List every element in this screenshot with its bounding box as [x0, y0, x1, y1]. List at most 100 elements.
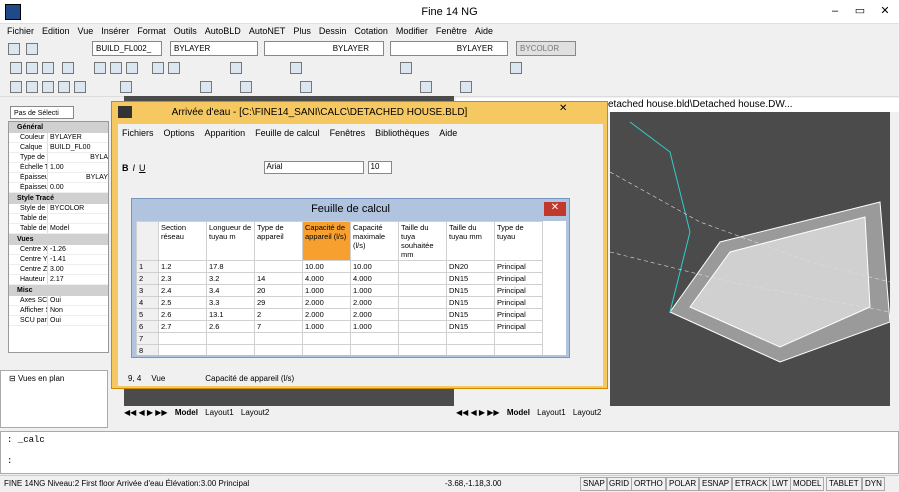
plotstyle-select[interactable]: BYCOLOR: [516, 41, 576, 56]
table-cell[interactable]: [254, 332, 303, 345]
property-row[interactable]: Type de li BYLA: [9, 153, 108, 163]
table-cell[interactable]: 2.4: [158, 284, 207, 297]
table-cell[interactable]: [158, 332, 207, 345]
property-row[interactable]: Centre Y -1.41: [9, 255, 108, 265]
hatch-icon[interactable]: [120, 81, 132, 93]
table-cell[interactable]: 29: [254, 296, 303, 309]
tab-model[interactable]: Model: [507, 408, 530, 417]
row-number[interactable]: 1: [136, 260, 159, 273]
table-cell[interactable]: DN15: [446, 272, 495, 285]
menu-item[interactable]: Insérer: [101, 24, 129, 39]
selection-select[interactable]: Pas de Sélecti: [10, 106, 74, 119]
property-row[interactable]: Couleur BYLAYER: [9, 133, 108, 143]
menu-item[interactable]: Vue: [78, 24, 94, 39]
line-icon[interactable]: [10, 81, 22, 93]
italic-button[interactable]: I: [133, 163, 136, 173]
table-cell[interactable]: 2.6: [158, 308, 207, 321]
table-cell[interactable]: 13.1: [206, 308, 255, 321]
menu-item[interactable]: Cotation: [354, 24, 388, 39]
table-cell[interactable]: 2.7: [158, 320, 207, 333]
table-cell[interactable]: [398, 296, 447, 309]
table-cell[interactable]: 1.000: [350, 320, 399, 333]
menu-item[interactable]: Format: [137, 24, 166, 39]
table-cell[interactable]: 2.000: [350, 308, 399, 321]
table-cell[interactable]: 3.2: [206, 272, 255, 285]
grid-toggle[interactable]: GRID: [606, 477, 632, 491]
table-row[interactable]: 1 1.2 17.8 10.00 10.00 DN20 Principal: [136, 260, 543, 273]
row-number[interactable]: 7: [136, 332, 159, 345]
table-cell[interactable]: [494, 344, 543, 355]
dialog-menu-item[interactable]: Options: [164, 128, 195, 138]
rotate-icon[interactable]: [300, 81, 312, 93]
command-line[interactable]: : _calc :: [0, 431, 899, 474]
dialog-close-icon[interactable]: ✕: [559, 103, 599, 119]
tablet-toggle[interactable]: TABLET: [826, 477, 862, 491]
dialog-menu-item[interactable]: Feuille de calcul: [255, 128, 320, 138]
table-cell[interactable]: 20: [254, 284, 303, 297]
table-cell[interactable]: [206, 332, 255, 345]
color-select[interactable]: BYLAYER: [170, 41, 258, 56]
dialog-menu-item[interactable]: Bibliothèques: [375, 128, 429, 138]
bold-button[interactable]: B: [122, 163, 129, 173]
properties-icon[interactable]: [400, 62, 412, 74]
table-row[interactable]: 7: [136, 332, 543, 345]
tab-layout1[interactable]: Layout1: [205, 408, 233, 417]
pan-icon[interactable]: [290, 62, 302, 74]
maximize-icon[interactable]: ▭: [851, 3, 869, 19]
table-cell[interactable]: 1.000: [350, 284, 399, 297]
row-number[interactable]: 4: [136, 296, 159, 309]
table-cell[interactable]: DN15: [446, 308, 495, 321]
column-header[interactable]: Capacité maximale (l/s): [350, 221, 399, 261]
property-row[interactable]: Table de Model: [9, 224, 108, 234]
table-cell[interactable]: 2.3: [158, 272, 207, 285]
tab-layout2[interactable]: Layout2: [573, 408, 601, 417]
esnap-toggle[interactable]: ESNAP: [699, 477, 733, 491]
table-row[interactable]: 4 2.5 3.3 29 2.000 2.000 DN15 Principal: [136, 296, 543, 309]
underline-button[interactable]: U: [139, 163, 146, 173]
column-header[interactable]: Taille du tuyau mm: [446, 221, 495, 261]
ortho-toggle[interactable]: ORTHO: [631, 477, 666, 491]
table-cell[interactable]: 4.000: [350, 272, 399, 285]
dyn-toggle[interactable]: DYN: [862, 477, 885, 491]
table-cell[interactable]: [398, 284, 447, 297]
command-prompt[interactable]: :: [1, 448, 898, 466]
expand-icon[interactable]: ⊟: [9, 374, 18, 383]
column-header[interactable]: Type de appareil: [254, 221, 303, 261]
row-number[interactable]: 2: [136, 272, 159, 285]
table-cell[interactable]: 14: [254, 272, 303, 285]
open-file-icon[interactable]: [26, 62, 38, 74]
dialog-menu-item[interactable]: Fichiers: [122, 128, 154, 138]
table-cell[interactable]: Principal: [494, 284, 543, 297]
table-row[interactable]: 5 2.6 13.1 2 2.000 2.000 DN15 Principal: [136, 308, 543, 321]
menu-item[interactable]: Fichier: [7, 24, 34, 39]
text-icon[interactable]: [200, 81, 212, 93]
table-cell[interactable]: [398, 320, 447, 333]
table-cell[interactable]: DN15: [446, 284, 495, 297]
dialog-menu-item[interactable]: Apparition: [205, 128, 246, 138]
row-number[interactable]: 3: [136, 284, 159, 297]
table-cell[interactable]: [398, 332, 447, 345]
table-cell[interactable]: 3.3: [206, 296, 255, 309]
table-cell[interactable]: [446, 332, 495, 345]
menu-item[interactable]: Plus: [293, 24, 311, 39]
property-row[interactable]: Calque BUILD_FL00: [9, 143, 108, 153]
table-row[interactable]: 6 2.7 2.6 7 1.000 1.000 DN15 Principal: [136, 320, 543, 333]
property-row[interactable]: Centre X -1.26: [9, 245, 108, 255]
sheet-grid[interactable]: Section réseau Longueur de tuyau m Type …: [136, 221, 566, 355]
layer-state-icon[interactable]: [26, 43, 38, 55]
property-row[interactable]: Hauteur 2.17: [9, 275, 108, 285]
print-icon[interactable]: [62, 62, 74, 74]
table-cell[interactable]: Principal: [494, 272, 543, 285]
menu-item[interactable]: AutoBLD: [205, 24, 241, 39]
table-cell[interactable]: [254, 260, 303, 273]
table-cell[interactable]: 2.5: [158, 296, 207, 309]
tab-model[interactable]: Model: [175, 408, 198, 417]
property-row[interactable]: Axes SCUOui: [9, 296, 108, 306]
table-cell[interactable]: 2.6: [206, 320, 255, 333]
table-cell[interactable]: [398, 344, 447, 355]
cut-icon[interactable]: [94, 62, 106, 74]
table-cell[interactable]: 2.000: [350, 296, 399, 309]
menu-item[interactable]: AutoNET: [249, 24, 286, 39]
table-cell[interactable]: DN15: [446, 296, 495, 309]
table-cell[interactable]: 2.000: [302, 296, 351, 309]
